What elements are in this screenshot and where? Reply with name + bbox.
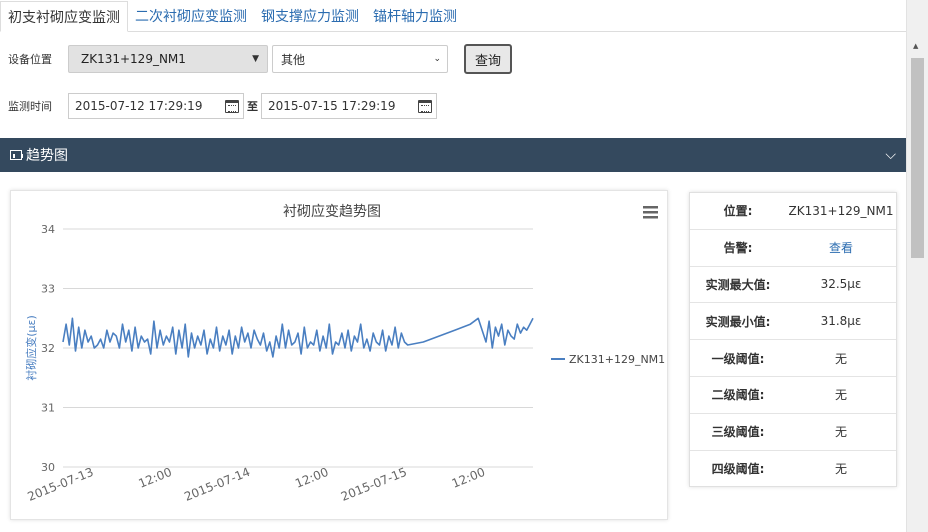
tab-secondary-lining-strain[interactable]: 二次衬砌应变监测 (128, 1, 254, 31)
device-select[interactable]: ZK131+129_NM1 ▼ (68, 45, 268, 73)
info-key: 实测最小值: (705, 314, 771, 329)
tab-initial-lining-strain[interactable]: 初支衬砌应变监测 (0, 1, 128, 32)
type-select-value: 其他 (281, 52, 306, 67)
caret-down-icon: ▼ (252, 54, 259, 64)
info-key: 告警: (723, 241, 753, 256)
info-row: 位置: ZK131+129_NM1 (690, 193, 896, 230)
x-tick-label: 2015-07-13 (26, 465, 96, 504)
start-date-input[interactable]: 2015-07-12 17:29:19 (68, 93, 244, 119)
info-row: 实测最大值: 32.5με (690, 267, 896, 304)
x-tick-label: 2015-07-15 (339, 465, 409, 504)
type-select[interactable]: 其他 ⌄ (272, 45, 448, 73)
device-select-value: ZK131+129_NM1 (81, 52, 186, 66)
alarm-view-link[interactable]: 查看 (786, 239, 896, 256)
info-key: 三级阈值: (711, 425, 765, 440)
x-tick-label: 12:00 (136, 465, 173, 491)
info-value: 无 (834, 425, 847, 440)
trend-section-header[interactable]: 趋势图 ⌵ (0, 138, 906, 172)
tab-anchor-axial-force[interactable]: 锚杆轴力监测 (366, 1, 464, 31)
area-chart-icon (10, 150, 23, 160)
trend-section-title-wrap: 趋势图 (10, 145, 68, 165)
x-tick-label: 12:00 (293, 465, 330, 491)
end-date-input[interactable]: 2015-07-15 17:29:19 (261, 93, 437, 119)
info-row: 一级阈值: 无 (690, 340, 896, 377)
chart-menu-icon[interactable] (643, 206, 658, 219)
series-line (62, 317, 534, 358)
page: 初支衬砌应变监测 二次衬砌应变监测 钢支撑应力监测 锚杆轴力监测 设备位置 ZK… (0, 0, 928, 532)
y-tick-label: 34 (41, 223, 55, 236)
info-value: ZK131+129_NM1 (788, 203, 894, 218)
info-value: 无 (834, 351, 847, 366)
trend-chart-card: 衬砌应变趋势图 30 31 32 33 34 衬砌应变(με) 2015-07-13 12:00… (10, 190, 668, 520)
calendar-icon[interactable] (225, 99, 239, 113)
info-value: 31.8με (820, 314, 862, 329)
trend-section-title: 趋势图 (26, 148, 68, 164)
info-value: 无 (834, 462, 847, 477)
calendar-icon[interactable] (418, 99, 432, 113)
y-tick-label: 32 (41, 342, 55, 355)
legend-label: ZK131+129_NM1 (569, 353, 665, 366)
device-filter-row: 设备位置 ZK131+129_NM1 ▼ 其他 ⌄ 查询 (8, 44, 512, 74)
info-key: 一级阈值: (711, 351, 765, 366)
info-row: 四级阈值: 无 (690, 451, 896, 488)
start-date-value: 2015-07-12 17:29:19 (75, 99, 203, 113)
y-axis-label: 衬砌应变(με) (24, 315, 38, 381)
tab-bar: 初支衬砌应变监测 二次衬砌应变监测 钢支撑应力监测 锚杆轴力监测 (0, 0, 906, 32)
info-row: 告警: 查看 (690, 230, 896, 267)
y-tick-label: 31 (41, 402, 55, 415)
info-value: 无 (834, 388, 847, 403)
end-date-value: 2015-07-15 17:29:19 (268, 99, 396, 113)
info-row: 二级阈值: 无 (690, 377, 896, 414)
info-row: 实测最小值: 31.8με (690, 303, 896, 341)
info-row: 三级阈值: 无 (690, 414, 896, 451)
time-filter-row: 监测时间 2015-07-12 17:29:19 至 2015-07-15 17… (8, 93, 437, 119)
info-key: 四级阈值: (711, 462, 765, 477)
info-key: 位置: (723, 204, 753, 219)
scroll-thumb[interactable] (911, 58, 924, 258)
device-location-label: 设备位置 (8, 53, 52, 66)
x-tick-label: 2015-07-14 (182, 465, 252, 504)
info-value: 32.5με (820, 277, 862, 292)
chart-title: 衬砌应变趋势图 (283, 203, 381, 220)
scroll-up-arrow-icon[interactable]: ▲ (913, 42, 918, 50)
info-table: 位置: ZK131+129_NM1 告警: 查看实测最大值: 32.5με 实测最小值: 3… (689, 192, 897, 487)
tab-steel-support-stress[interactable]: 钢支撑应力监测 (254, 1, 366, 31)
monitor-time-label: 监测时间 (8, 100, 52, 113)
info-key: 实测最大值: (705, 277, 771, 292)
y-tick-label: 33 (41, 283, 55, 296)
query-button[interactable]: 查询 (464, 44, 512, 74)
trend-chart: 衬砌应变趋势图 30 31 32 33 34 衬砌应变(με) 2015-07-13 12:00… (24, 203, 665, 504)
info-key: 二级阈值: (711, 388, 765, 403)
vertical-scrollbar[interactable]: ▲ (906, 0, 928, 532)
collapse-chevron-icon[interactable]: ⌵ (885, 147, 896, 163)
chevron-down-icon: ⌄ (433, 54, 441, 64)
y-tick-label: 30 (41, 461, 55, 474)
x-tick-label: 12:00 (450, 465, 487, 491)
to-label: 至 (247, 100, 258, 113)
